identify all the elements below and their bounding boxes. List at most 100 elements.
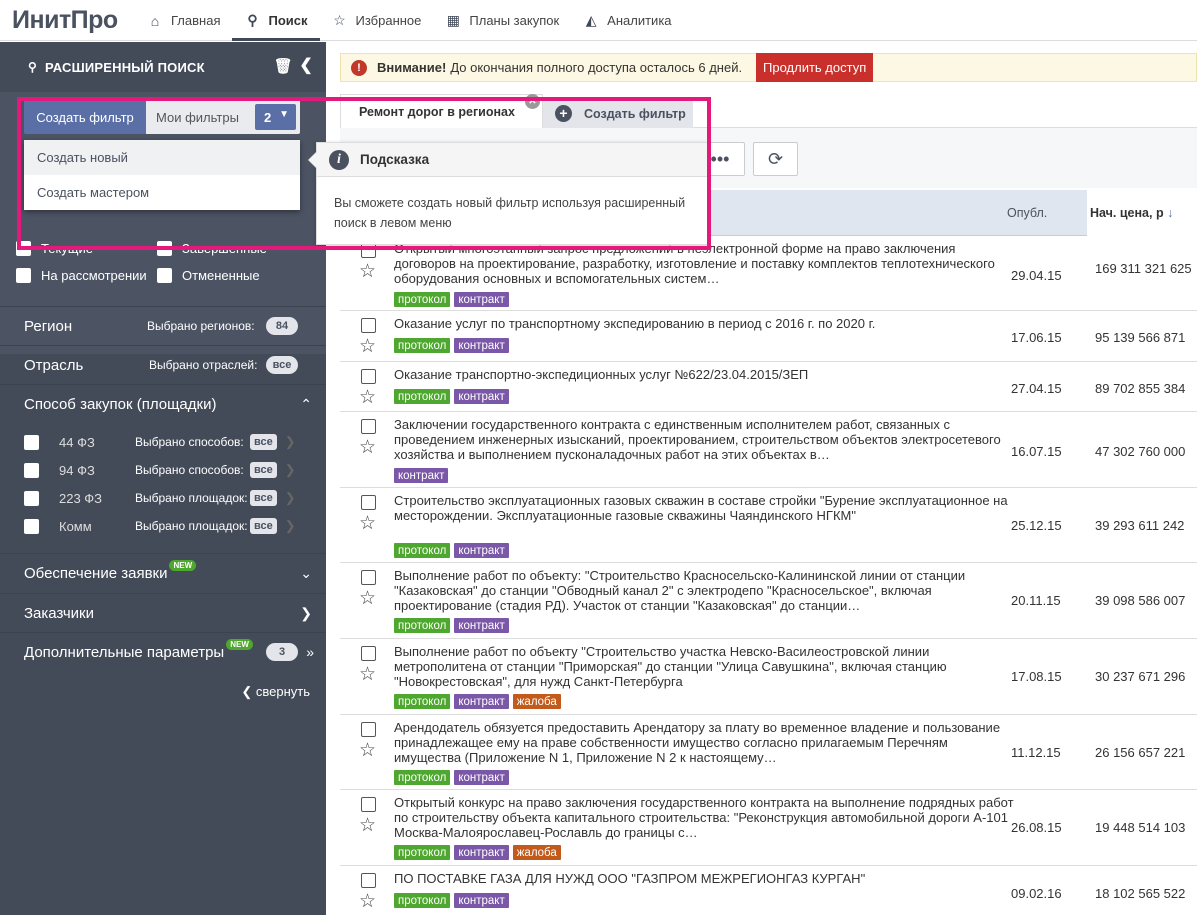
tag-complaint[interactable]: жалоба xyxy=(512,694,561,709)
table-row[interactable]: ☆ Оказание услуг по транспортному экспед… xyxy=(340,312,1197,362)
star-icon[interactable]: ☆ xyxy=(359,892,376,911)
method-223fz[interactable]: 223 ФЗ Выбрано площадок: все ❯ xyxy=(24,484,324,512)
my-filters-tab[interactable]: Мои фильтры 2 ▼ xyxy=(146,100,300,134)
create-new-option[interactable]: Создать новый xyxy=(24,140,300,175)
col-published[interactable]: Опубл. xyxy=(1007,206,1047,220)
table-row[interactable]: ☆ Оказание транспортно-экспедиционных ус… xyxy=(340,363,1197,412)
status-current[interactable]: Текущие xyxy=(16,241,93,256)
tag-protocol[interactable]: протокол xyxy=(394,338,451,353)
chevron-right-icon[interactable]: ❯ xyxy=(285,462,296,478)
tag-contract[interactable]: контракт xyxy=(454,618,509,633)
tab-road-repair[interactable]: Ремонт дорог в регионах ✕ xyxy=(340,94,543,129)
nav-analytics[interactable]: ◭ Аналитика xyxy=(571,0,683,41)
nav-purchase-plans[interactable]: ▦ Планы закупок xyxy=(433,0,571,41)
extra-params-section[interactable]: Дополнительные параметры NEW 3 » xyxy=(0,632,326,671)
tag-contract[interactable]: контракт xyxy=(394,468,449,483)
tag-protocol[interactable]: протокол xyxy=(394,543,451,558)
checkbox[interactable] xyxy=(16,268,31,283)
row-title[interactable]: Открытый многоэтапный запрос предложений… xyxy=(394,241,1014,286)
status-finished[interactable]: Завершенные xyxy=(157,241,267,256)
star-icon[interactable]: ☆ xyxy=(359,816,376,835)
star-icon[interactable]: ☆ xyxy=(359,589,376,608)
star-icon[interactable]: ☆ xyxy=(359,741,376,760)
clear-filters-icon[interactable]: 🗑 xyxy=(274,57,293,75)
row-checkbox[interactable] xyxy=(361,495,376,510)
tag-protocol[interactable]: протокол xyxy=(394,389,451,404)
purchase-method-section[interactable]: Способ закупок (площадки) ⌃ xyxy=(0,384,326,423)
row-title[interactable]: Заключении государственного контракта с … xyxy=(394,417,1014,462)
chevron-right-icon[interactable]: ❯ xyxy=(300,605,312,622)
row-title[interactable]: Открытый конкурс на право заключения гос… xyxy=(394,795,1014,840)
table-row[interactable]: ☆ Строительство эксплуатационных газовых… xyxy=(340,489,1197,563)
row-title[interactable]: Выполнение работ по объекту: "Строительс… xyxy=(394,568,1014,613)
checkbox[interactable] xyxy=(157,241,172,256)
row-checkbox[interactable] xyxy=(361,722,376,737)
tag-contract[interactable]: контракт xyxy=(454,845,509,860)
method-44fz[interactable]: 44 ФЗ Выбрано способов: все ❯ xyxy=(24,428,324,456)
collapse-link[interactable]: ❮ свернуть xyxy=(241,684,310,700)
table-row[interactable]: ☆ Выполнение работ по объекту "Строитель… xyxy=(340,640,1197,715)
method-commercial[interactable]: Комм Выбрано площадок: все ❯ xyxy=(24,512,324,540)
row-checkbox[interactable] xyxy=(361,243,376,258)
row-title[interactable]: Оказание услуг по транспортному экспедир… xyxy=(394,316,1014,331)
star-icon[interactable]: ☆ xyxy=(359,337,376,356)
star-icon[interactable]: ☆ xyxy=(359,262,376,281)
tag-contract[interactable]: контракт xyxy=(454,893,509,908)
tag-protocol[interactable]: протокол xyxy=(394,893,451,908)
chevron-right-icon[interactable]: ❯ xyxy=(285,518,296,534)
chevron-up-icon[interactable]: ⌃ xyxy=(300,396,312,413)
close-icon[interactable]: ✕ xyxy=(525,94,540,109)
star-icon[interactable]: ☆ xyxy=(359,665,376,684)
extend-access-button[interactable]: Продлить доступ xyxy=(756,53,874,82)
row-title[interactable]: Выполнение работ по объекту "Строительст… xyxy=(394,644,1014,689)
row-checkbox[interactable] xyxy=(361,369,376,384)
my-filters-count-select[interactable]: 2 ▼ xyxy=(255,104,296,130)
chevron-right-icon[interactable]: ❯ xyxy=(285,434,296,450)
checkbox[interactable] xyxy=(24,462,39,478)
tag-protocol[interactable]: протокол xyxy=(394,770,451,785)
tag-protocol[interactable]: протокол xyxy=(394,292,451,307)
tag-contract[interactable]: контракт xyxy=(454,770,509,785)
chevron-right-icon[interactable]: ❯ xyxy=(285,490,296,506)
tag-contract[interactable]: контракт xyxy=(454,338,509,353)
row-checkbox[interactable] xyxy=(361,646,376,661)
star-icon[interactable]: ☆ xyxy=(359,388,376,407)
region-section[interactable]: Регион Выбрано регионов: 84 xyxy=(0,306,326,345)
tag-contract[interactable]: контракт xyxy=(454,389,509,404)
customers-section[interactable]: Заказчики ❯ xyxy=(0,593,326,632)
col-price[interactable]: Нач. цена, р ↓ xyxy=(1087,190,1197,236)
tag-protocol[interactable]: протокол xyxy=(394,845,451,860)
star-icon[interactable]: ☆ xyxy=(359,438,376,457)
row-checkbox[interactable] xyxy=(361,570,376,585)
nav-search[interactable]: ⚲ Поиск xyxy=(232,0,320,41)
table-row[interactable]: ☆ Открытый многоэтапный запрос предложен… xyxy=(340,237,1197,311)
checkbox[interactable] xyxy=(24,518,39,534)
row-checkbox[interactable] xyxy=(361,797,376,812)
industry-section[interactable]: Отрасль Выбрано отраслей: все xyxy=(0,345,326,384)
row-checkbox[interactable] xyxy=(361,419,376,434)
checkbox[interactable] xyxy=(16,241,31,256)
tag-contract[interactable]: контракт xyxy=(454,292,509,307)
checkbox[interactable] xyxy=(24,434,39,450)
tag-complaint[interactable]: жалоба xyxy=(512,845,561,860)
table-row[interactable]: ☆ Открытый конкурс на право заключения г… xyxy=(340,791,1197,866)
star-icon[interactable]: ☆ xyxy=(359,514,376,533)
bid-security-section[interactable]: Обеспечение заявки NEW ⌄ xyxy=(0,553,326,592)
double-chevron-right-icon[interactable]: » xyxy=(306,644,314,660)
method-94fz[interactable]: 94 ФЗ Выбрано способов: все ❯ xyxy=(24,456,324,484)
row-checkbox[interactable] xyxy=(361,318,376,333)
tag-contract[interactable]: контракт xyxy=(454,694,509,709)
tag-protocol[interactable]: протокол xyxy=(394,618,451,633)
create-wizard-option[interactable]: Создать мастером xyxy=(24,175,300,210)
app-logo[interactable]: ИнитПро xyxy=(12,6,118,35)
row-title[interactable]: Арендодатель обязуется предоставить Арен… xyxy=(394,720,1014,765)
refresh-button[interactable]: ⟳ xyxy=(753,142,798,176)
chevron-left-icon[interactable]: ❮ xyxy=(299,55,313,75)
nav-home[interactable]: ⌂ Главная xyxy=(135,0,232,41)
tag-contract[interactable]: контракт xyxy=(454,543,509,558)
row-checkbox[interactable] xyxy=(361,873,376,888)
nav-favorites[interactable]: ☆ Избранное xyxy=(320,0,434,41)
row-title[interactable]: Оказание транспортно-экспедиционных услу… xyxy=(394,367,1014,382)
checkbox[interactable] xyxy=(24,490,39,506)
row-title[interactable]: Строительство эксплуатационных газовых с… xyxy=(394,493,1014,523)
